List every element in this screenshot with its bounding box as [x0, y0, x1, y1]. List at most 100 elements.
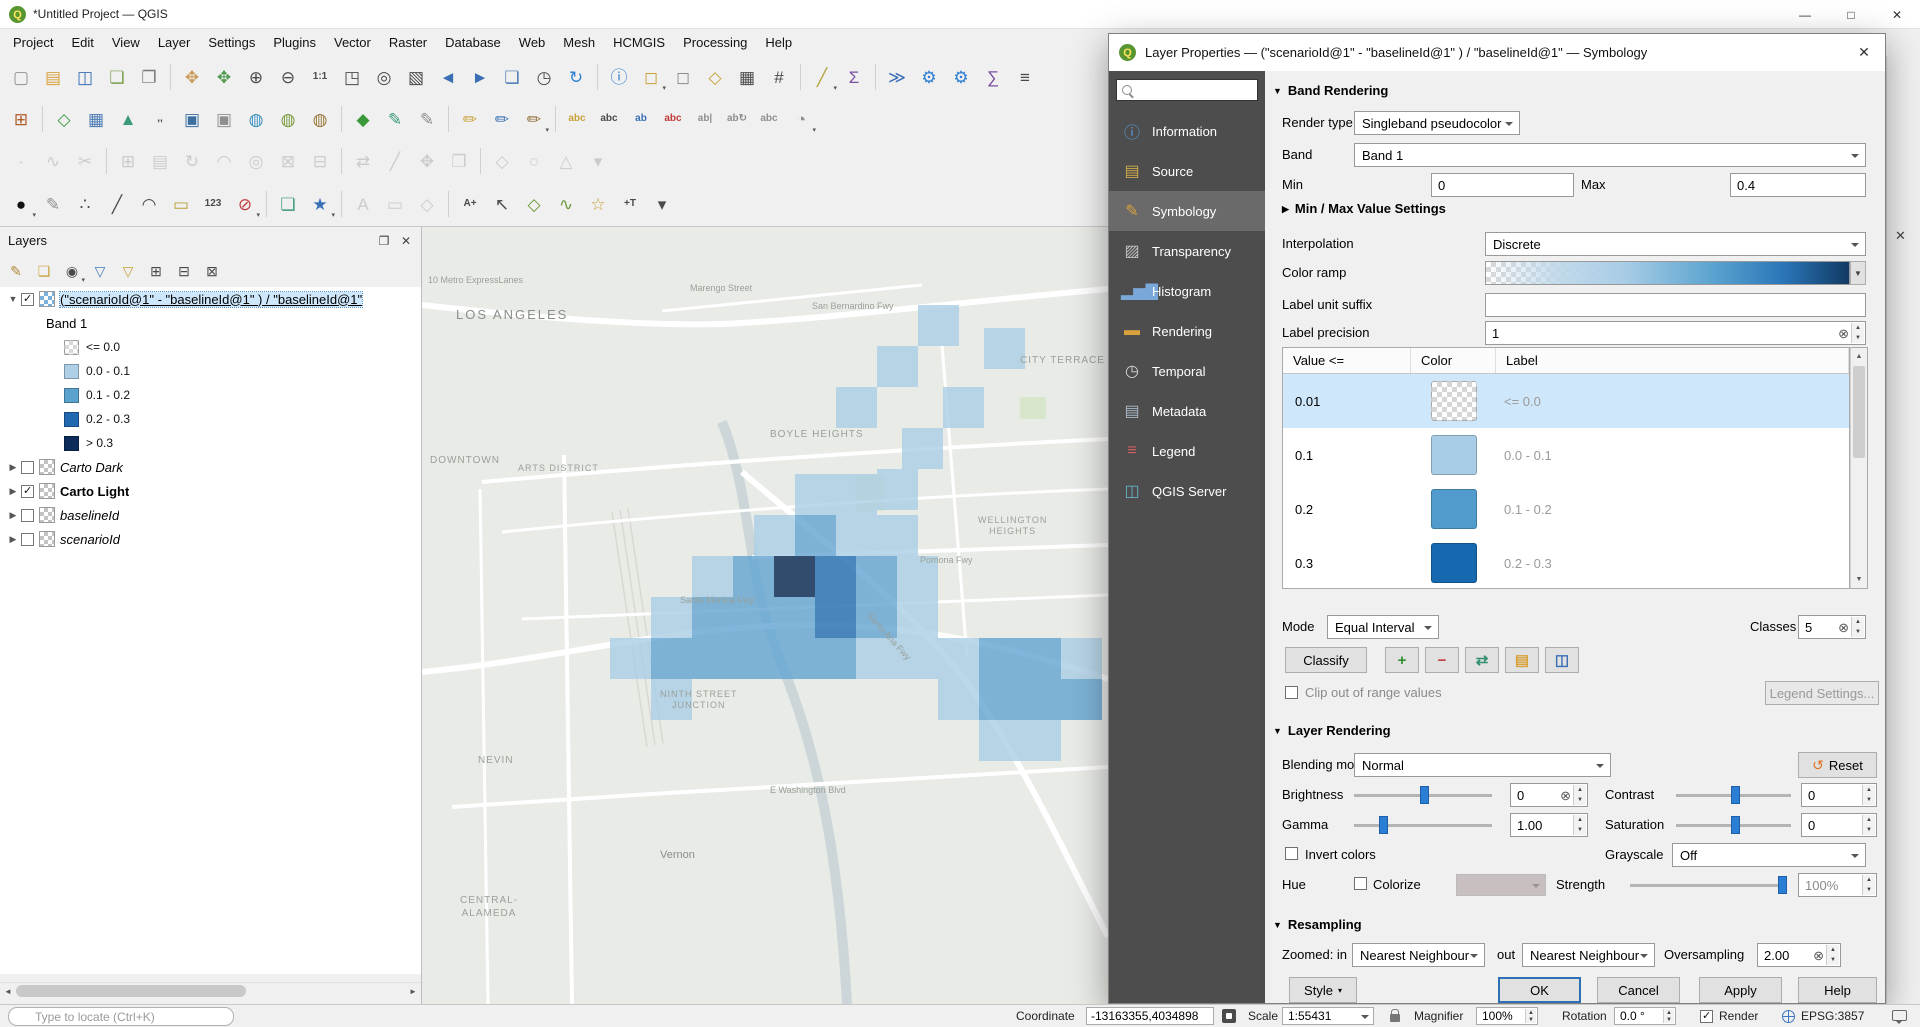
table-vscrollbar[interactable]: ▲ ▼ [1850, 347, 1868, 589]
extents-icon[interactable] [1222, 1009, 1236, 1023]
class-label[interactable]: <= 0.0 [1496, 394, 1849, 409]
vscroll-thumb[interactable] [1853, 366, 1865, 458]
clear-icon[interactable]: ⊗ [1838, 326, 1849, 342]
spin-arrows[interactable]: ▲▼ [1862, 815, 1875, 835]
class-color-swatch[interactable] [1431, 489, 1477, 529]
add-postgis-icon[interactable]: ▣ [177, 104, 207, 134]
measure-curve-icon[interactable]: ◠ [134, 189, 164, 219]
oversampling-input[interactable]: 2.00⊗▲▼ [1757, 943, 1841, 967]
add-xyz-icon[interactable]: ◍ [305, 104, 335, 134]
layer-name[interactable]: Carto Light [60, 484, 129, 499]
locate-input[interactable] [8, 1007, 234, 1026]
class-row[interactable]: 0.20.1 - 0.2 [1283, 482, 1849, 536]
zoomed-in-select[interactable]: Nearest Neighbour [1352, 943, 1485, 967]
dialog-close-icon[interactable]: ✕ [1843, 34, 1885, 71]
spin-arrows[interactable]: ▲▼ [1663, 1009, 1674, 1023]
magnifier-input[interactable]: 100%▲▼ [1476, 1007, 1538, 1025]
colorize-checkbox[interactable] [1354, 877, 1367, 890]
grayscale-select[interactable]: Off [1672, 843, 1866, 867]
expand-arrow-icon[interactable]: ▼ [6, 294, 20, 304]
new-print-layout-icon[interactable]: ❏ [102, 62, 132, 92]
save-color-map-button[interactable]: ◫ [1545, 647, 1579, 673]
cancel-button[interactable]: Cancel [1597, 977, 1680, 1003]
layer-visibility-checkbox[interactable] [21, 533, 34, 546]
clip-out-of-range-checkbox[interactable] [1285, 686, 1298, 699]
zoom-to-layer-icon[interactable]: ▧ [401, 62, 431, 92]
diagram-options-icon[interactable]: ◔▾ [786, 104, 816, 134]
manage-themes-icon[interactable]: ◉▾ [59, 258, 85, 284]
class-value[interactable]: 0.01 [1283, 394, 1411, 409]
new-shapefile-icon[interactable]: ✎ [380, 104, 410, 134]
max-input[interactable]: 0.4 [1730, 173, 1866, 197]
slider-thumb[interactable] [1731, 816, 1740, 834]
label-move-icon[interactable]: ab| [690, 104, 720, 134]
dialog-tab-symbology[interactable]: ✎Symbology [1109, 191, 1265, 231]
class-value[interactable]: 0.3 [1283, 556, 1411, 571]
color-ramp-menu-icon[interactable]: ▼ [1850, 261, 1866, 285]
menu-view[interactable]: View [103, 29, 149, 56]
save-project-icon[interactable]: ◫ [70, 62, 100, 92]
temporal-controller-icon[interactable]: ◷ [529, 62, 559, 92]
label-precision-input[interactable]: 1 ⊗ ▲▼ [1485, 321, 1866, 345]
sidebar-search-input[interactable] [1139, 81, 1254, 99]
section-expand-icon[interactable]: ▶ [1282, 204, 1289, 215]
add-raster-layer-icon[interactable]: ▦ [81, 104, 111, 134]
class-value[interactable]: 0.2 [1283, 502, 1411, 517]
zoom-out-icon[interactable]: ⊖ [273, 62, 303, 92]
scroll-right-icon[interactable]: ► [405, 983, 421, 999]
field-calculator-icon[interactable]: # [764, 62, 794, 92]
ok-button[interactable]: OK [1498, 977, 1581, 1003]
section-collapse-icon[interactable]: ▼ [1273, 920, 1282, 930]
label-rotate-icon[interactable]: ab↻ [722, 104, 752, 134]
clear-icon[interactable]: ⊗ [1838, 620, 1849, 636]
measure-points-icon[interactable]: ∴ [70, 189, 100, 219]
scroll-up-icon[interactable]: ▲ [1851, 348, 1867, 365]
class-label[interactable]: 0.2 - 0.3 [1496, 556, 1849, 571]
class-row[interactable]: 0.3 0.2 - 0.3 [1283, 536, 1849, 590]
classify-button[interactable]: Classify [1285, 647, 1367, 673]
minimize-button[interactable]: — [1782, 0, 1828, 29]
expand-arrow-icon[interactable]: ▶ [6, 510, 20, 521]
add-vector-layer-icon[interactable]: ◇ [49, 104, 79, 134]
select-by-expression-icon[interactable]: ◇ [700, 62, 730, 92]
layer-rendering-section[interactable]: ▼Layer Rendering [1273, 723, 1391, 738]
numbers-icon[interactable]: 123 [198, 189, 228, 219]
layer-name[interactable]: scenarioId [60, 532, 120, 547]
gamma-slider[interactable] [1354, 816, 1492, 834]
current-edits-icon[interactable]: ✏▾ [519, 104, 549, 134]
section-collapse-icon[interactable]: ▼ [1273, 86, 1282, 96]
spin-arrows[interactable]: ▲▼ [1573, 815, 1586, 835]
rotation-input[interactable]: 0.0 °▲▼ [1614, 1007, 1676, 1025]
min-input[interactable]: 0 [1431, 173, 1574, 197]
zoomed-out-select[interactable]: Nearest Neighbour [1522, 943, 1655, 967]
dialog-tab-metadata[interactable]: ▤Metadata [1109, 391, 1265, 431]
map-canvas[interactable]: LOS ANGELES10 Metro ExpressLanesMarengo … [422, 227, 1108, 1004]
dialog-tab-source[interactable]: ▤Source [1109, 151, 1265, 191]
layer-name[interactable]: ("scenarioId@1" - "baselineId@1" ) / "ba… [60, 292, 362, 307]
open-project-icon[interactable]: ▤ [38, 62, 68, 92]
scroll-down-icon[interactable]: ▼ [1851, 571, 1867, 588]
deselect-features-icon[interactable]: ◻ [668, 62, 698, 92]
expand-arrow-icon[interactable]: ▶ [6, 486, 20, 497]
identify-features-icon[interactable]: ⓘ [604, 62, 634, 92]
layer-visibility-checkbox[interactable] [21, 293, 34, 306]
data-source-manager-icon[interactable]: ⊞ [6, 104, 36, 134]
swap-colors-button[interactable]: ⇄ [1465, 647, 1499, 673]
saturation-slider[interactable] [1676, 816, 1791, 834]
crs-label[interactable]: EPSG:3857 [1801, 1009, 1864, 1023]
spin-arrows[interactable]: ▲▼ [1862, 785, 1875, 805]
saturation-input[interactable]: 0▲▼ [1801, 813, 1877, 837]
expand-arrow-icon[interactable]: ▶ [6, 534, 20, 545]
statistics-panel-icon[interactable]: ∑ [978, 62, 1008, 92]
load-color-map-button[interactable]: ▤ [1505, 647, 1539, 673]
brightness-input[interactable]: 0⊗▲▼ [1510, 783, 1588, 807]
save-edits-icon[interactable]: ✏ [487, 104, 517, 134]
color-ramp[interactable] [1485, 261, 1850, 285]
hscroll-thumb[interactable] [16, 985, 246, 997]
layer-name[interactable]: baselineId [60, 508, 119, 523]
measure-icon[interactable]: ╱▾ [807, 62, 837, 92]
spin-arrows[interactable]: ▲▼ [1826, 945, 1839, 965]
dialog-tab-transparency[interactable]: ▨Transparency [1109, 231, 1265, 271]
class-color-swatch[interactable] [1431, 543, 1477, 583]
clear-icon[interactable]: ⊗ [1813, 948, 1824, 964]
